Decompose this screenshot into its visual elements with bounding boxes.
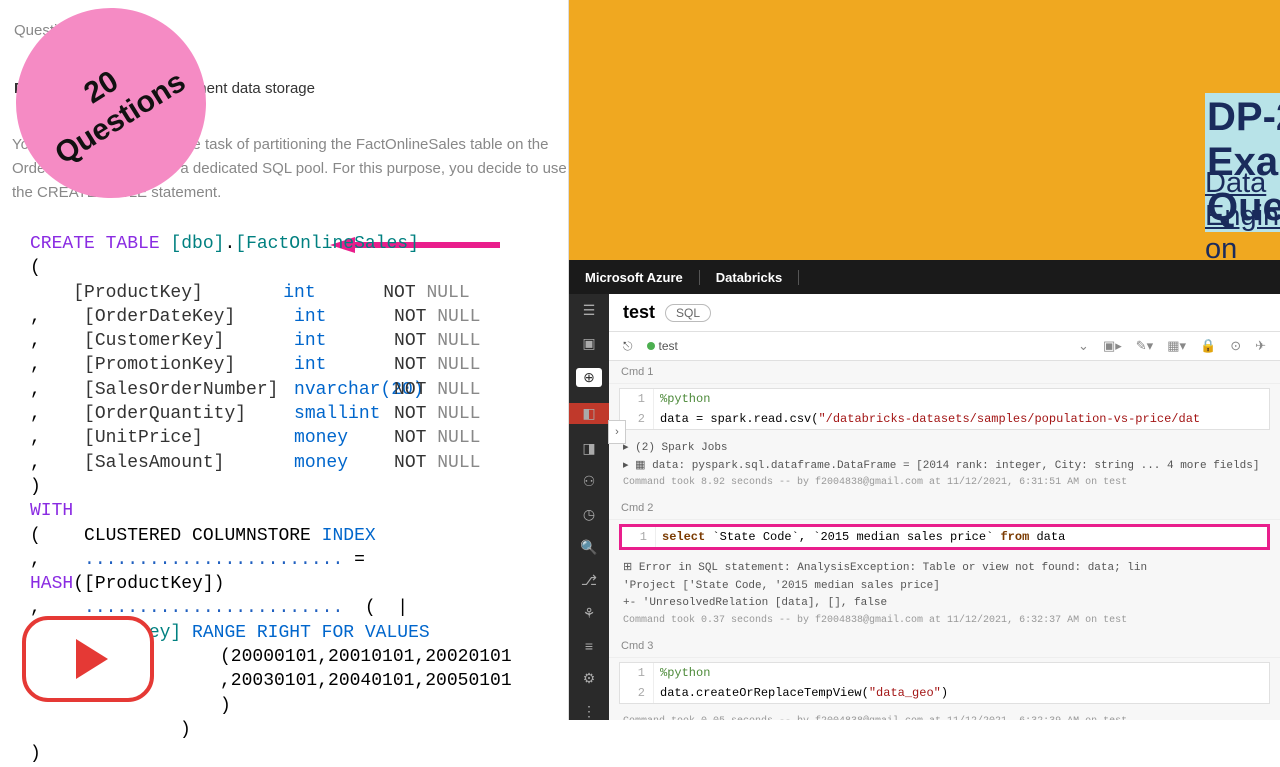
- nav-databricks[interactable]: Databricks: [700, 270, 799, 285]
- play-icon: [76, 639, 108, 679]
- cmd-label-1: Cmd 1: [609, 361, 1280, 384]
- cell-3-output: Command took 0.05 seconds -- by f2004838…: [609, 708, 1280, 720]
- language-pill[interactable]: SQL: [665, 304, 711, 322]
- cell-3[interactable]: 1%python 2data.createOrReplaceTempView("…: [619, 662, 1270, 704]
- run-icon[interactable]: ▣▸: [1103, 338, 1122, 354]
- active-nav-icon[interactable]: ◧: [569, 403, 609, 424]
- databricks-topbar: Microsoft Azure Databricks: [569, 260, 1280, 294]
- box-icon[interactable]: ▣: [579, 335, 599, 352]
- settings-icon[interactable]: ⚙: [579, 670, 599, 687]
- notebook-header: test SQL: [609, 294, 1280, 332]
- cluster-attach[interactable]: test: [647, 339, 678, 353]
- clear-icon[interactable]: ✈: [1255, 338, 1266, 354]
- play-icon[interactable]: ⊙: [1230, 338, 1241, 354]
- layers-icon[interactable]: ☰: [579, 302, 599, 319]
- attach-icon[interactable]: ⎋: [623, 339, 633, 354]
- cmd-label-3: Cmd 3: [609, 635, 1280, 658]
- history-icon[interactable]: ◷: [579, 506, 599, 523]
- cmd-label-2: Cmd 2: [609, 497, 1280, 520]
- people-icon[interactable]: ⚇: [579, 473, 599, 490]
- image-icon[interactable]: ▦▾: [1167, 338, 1186, 354]
- notebook-title[interactable]: test: [623, 302, 655, 323]
- cell-1[interactable]: 1%python 2data = spark.read.csv("/databr…: [619, 388, 1270, 430]
- notebook-toolbar: ⎋ test ⌄ ▣▸ ✎▾ ▦▾ 🔒 ⊙ ✈: [609, 332, 1280, 361]
- cell-2-output: ⊞ Error in SQL statement: AnalysisExcept…: [609, 554, 1280, 635]
- nav-icon[interactable]: ◨: [579, 440, 599, 457]
- sliders-icon[interactable]: ≡: [579, 638, 599, 654]
- databricks-sidebar: ☰ ▣ ⊕ ◧ ◨ ⚇ ◷ 🔍 ⎇ ⚘ ≡ ⚙ ⋮: [569, 294, 609, 720]
- edit-icon[interactable]: ✎▾: [1136, 338, 1153, 354]
- expand-button[interactable]: ›: [608, 420, 626, 444]
- menu-icon[interactable]: ⋮: [579, 703, 599, 720]
- plus-icon[interactable]: ⊕: [576, 368, 602, 387]
- databricks-panel: Microsoft Azure Databricks ☰ ▣ ⊕ ◧ ◨ ⚇ ◷…: [569, 260, 1280, 720]
- lock-icon[interactable]: 🔒: [1200, 338, 1216, 354]
- cell-1-output: ▸ (2) Spark Jobs ▸ ▦ data: pyspark.sql.d…: [609, 434, 1280, 497]
- nav-azure[interactable]: Microsoft Azure: [569, 270, 700, 285]
- cell-2[interactable]: 1select `State Code`, `2015 median sales…: [619, 524, 1270, 550]
- branch-icon[interactable]: ⎇: [579, 572, 599, 589]
- youtube-play-button[interactable]: [22, 616, 154, 702]
- dropdown-icon[interactable]: ⌄: [1078, 338, 1089, 354]
- share-icon[interactable]: ⚘: [579, 605, 599, 622]
- title-banner: DP-203 Exam Questions Data Engineering o…: [569, 0, 1280, 260]
- search-icon[interactable]: 🔍: [579, 539, 599, 556]
- notebook-main: test SQL ⎋ test ⌄ ▣▸ ✎▾ ▦▾ 🔒 ⊙ ✈ Cmd 1 1…: [609, 294, 1280, 720]
